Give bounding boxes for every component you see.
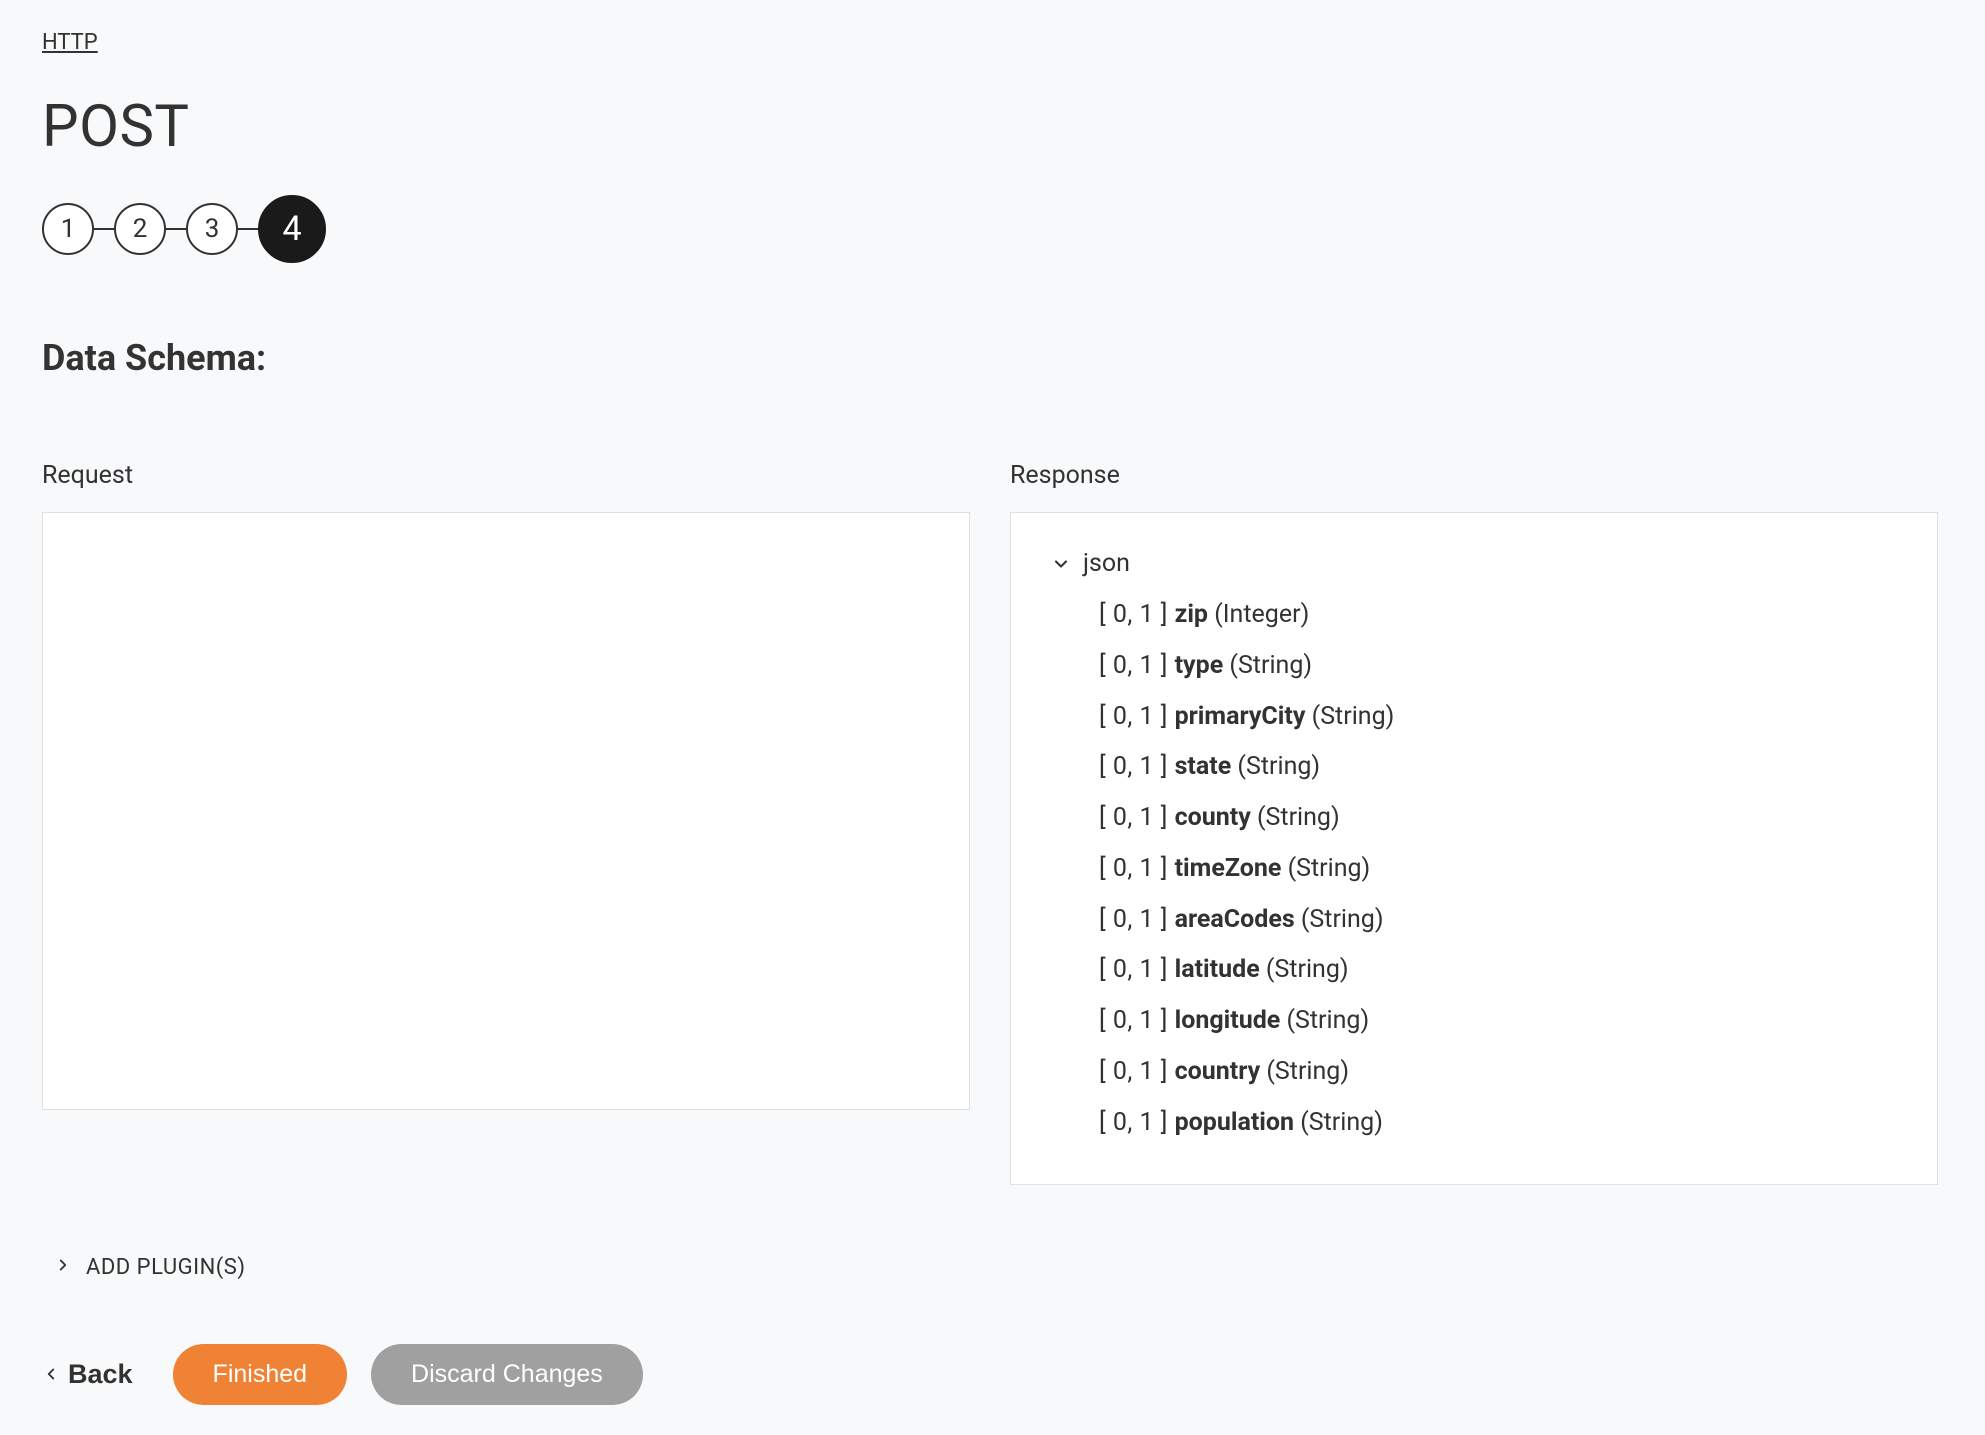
- step-2[interactable]: 2: [114, 203, 166, 255]
- field-cardinality: [ 0, 1 ]: [1099, 1108, 1175, 1137]
- schema-field[interactable]: [ 0, 1 ] county (String): [1051, 793, 1897, 844]
- footer-actions: Back Finished Discard Changes: [42, 1344, 1943, 1405]
- response-root-node[interactable]: json: [1051, 549, 1897, 578]
- field-type: (String): [1251, 803, 1340, 832]
- field-cardinality: [ 0, 1 ]: [1099, 600, 1175, 629]
- field-cardinality: [ 0, 1 ]: [1099, 702, 1175, 731]
- field-name: county: [1175, 803, 1251, 832]
- step-connector: [238, 228, 258, 230]
- field-name: longitude: [1175, 1006, 1281, 1035]
- finished-button[interactable]: Finished: [173, 1344, 348, 1405]
- field-type: (String): [1281, 854, 1370, 883]
- chevron-down-icon: [1051, 554, 1071, 574]
- schema-field[interactable]: [ 0, 1 ] zip (Integer): [1051, 590, 1897, 641]
- schema-field[interactable]: [ 0, 1 ] longitude (String): [1051, 996, 1897, 1047]
- field-cardinality: [ 0, 1 ]: [1099, 1006, 1175, 1035]
- response-root-label: json: [1083, 549, 1130, 578]
- response-label: Response: [1010, 461, 1938, 490]
- field-type: (Integer): [1208, 600, 1309, 629]
- step-4[interactable]: 4: [258, 195, 326, 263]
- schema-field[interactable]: [ 0, 1 ] primaryCity (String): [1051, 692, 1897, 743]
- chevron-right-icon: [54, 1255, 72, 1280]
- schema-field[interactable]: [ 0, 1 ] latitude (String): [1051, 945, 1897, 996]
- field-name: timeZone: [1175, 854, 1282, 883]
- field-cardinality: [ 0, 1 ]: [1099, 1057, 1175, 1086]
- field-type: (String): [1223, 651, 1312, 680]
- field-cardinality: [ 0, 1 ]: [1099, 905, 1175, 934]
- stepper: 1234: [42, 195, 1943, 263]
- field-type: (String): [1260, 1057, 1349, 1086]
- field-cardinality: [ 0, 1 ]: [1099, 803, 1175, 832]
- field-type: (String): [1295, 905, 1384, 934]
- breadcrumb-http[interactable]: HTTP: [42, 30, 98, 55]
- schema-field[interactable]: [ 0, 1 ] type (String): [1051, 641, 1897, 692]
- add-plugins-label: ADD PLUGIN(S): [86, 1255, 246, 1280]
- field-cardinality: [ 0, 1 ]: [1099, 854, 1175, 883]
- field-type: (String): [1260, 955, 1349, 984]
- schema-field[interactable]: [ 0, 1 ] state (String): [1051, 742, 1897, 793]
- step-connector: [94, 228, 114, 230]
- field-cardinality: [ 0, 1 ]: [1099, 955, 1175, 984]
- field-name: areaCodes: [1175, 905, 1295, 934]
- field-name: country: [1175, 1057, 1261, 1086]
- section-heading: Data Schema:: [42, 337, 1943, 379]
- schema-field[interactable]: [ 0, 1 ] country (String): [1051, 1047, 1897, 1098]
- response-fields-list: [ 0, 1 ] zip (Integer)[ 0, 1 ] type (Str…: [1051, 590, 1897, 1148]
- field-type: (String): [1280, 1006, 1369, 1035]
- add-plugins-toggle[interactable]: ADD PLUGIN(S): [54, 1255, 1943, 1280]
- field-name: primaryCity: [1175, 702, 1306, 731]
- field-type: (String): [1305, 702, 1394, 731]
- field-name: state: [1175, 752, 1232, 781]
- field-name: population: [1175, 1108, 1294, 1137]
- field-cardinality: [ 0, 1 ]: [1099, 651, 1175, 680]
- discard-changes-button[interactable]: Discard Changes: [371, 1344, 643, 1405]
- field-name: zip: [1175, 600, 1208, 629]
- step-3[interactable]: 3: [186, 203, 238, 255]
- response-panel: json [ 0, 1 ] zip (Integer)[ 0, 1 ] type…: [1010, 512, 1938, 1185]
- schema-field[interactable]: [ 0, 1 ] population (String): [1051, 1098, 1897, 1149]
- schema-panels: Request Response json [ 0, 1 ] zip (Inte…: [42, 461, 1943, 1185]
- request-column: Request: [42, 461, 970, 1185]
- page-title: POST: [42, 93, 1943, 161]
- step-connector: [166, 228, 186, 230]
- request-label: Request: [42, 461, 970, 490]
- back-button-label: Back: [68, 1359, 133, 1390]
- schema-field[interactable]: [ 0, 1 ] areaCodes (String): [1051, 895, 1897, 946]
- response-column: Response json [ 0, 1 ] zip (Integer)[ 0,…: [1010, 461, 1938, 1185]
- field-type: (String): [1294, 1108, 1383, 1137]
- back-button[interactable]: Back: [42, 1359, 149, 1390]
- field-type: (String): [1231, 752, 1320, 781]
- schema-field[interactable]: [ 0, 1 ] timeZone (String): [1051, 844, 1897, 895]
- field-name: latitude: [1175, 955, 1260, 984]
- chevron-left-icon: [42, 1359, 60, 1390]
- field-name: type: [1175, 651, 1224, 680]
- request-panel[interactable]: [42, 512, 970, 1110]
- step-1[interactable]: 1: [42, 203, 94, 255]
- field-cardinality: [ 0, 1 ]: [1099, 752, 1175, 781]
